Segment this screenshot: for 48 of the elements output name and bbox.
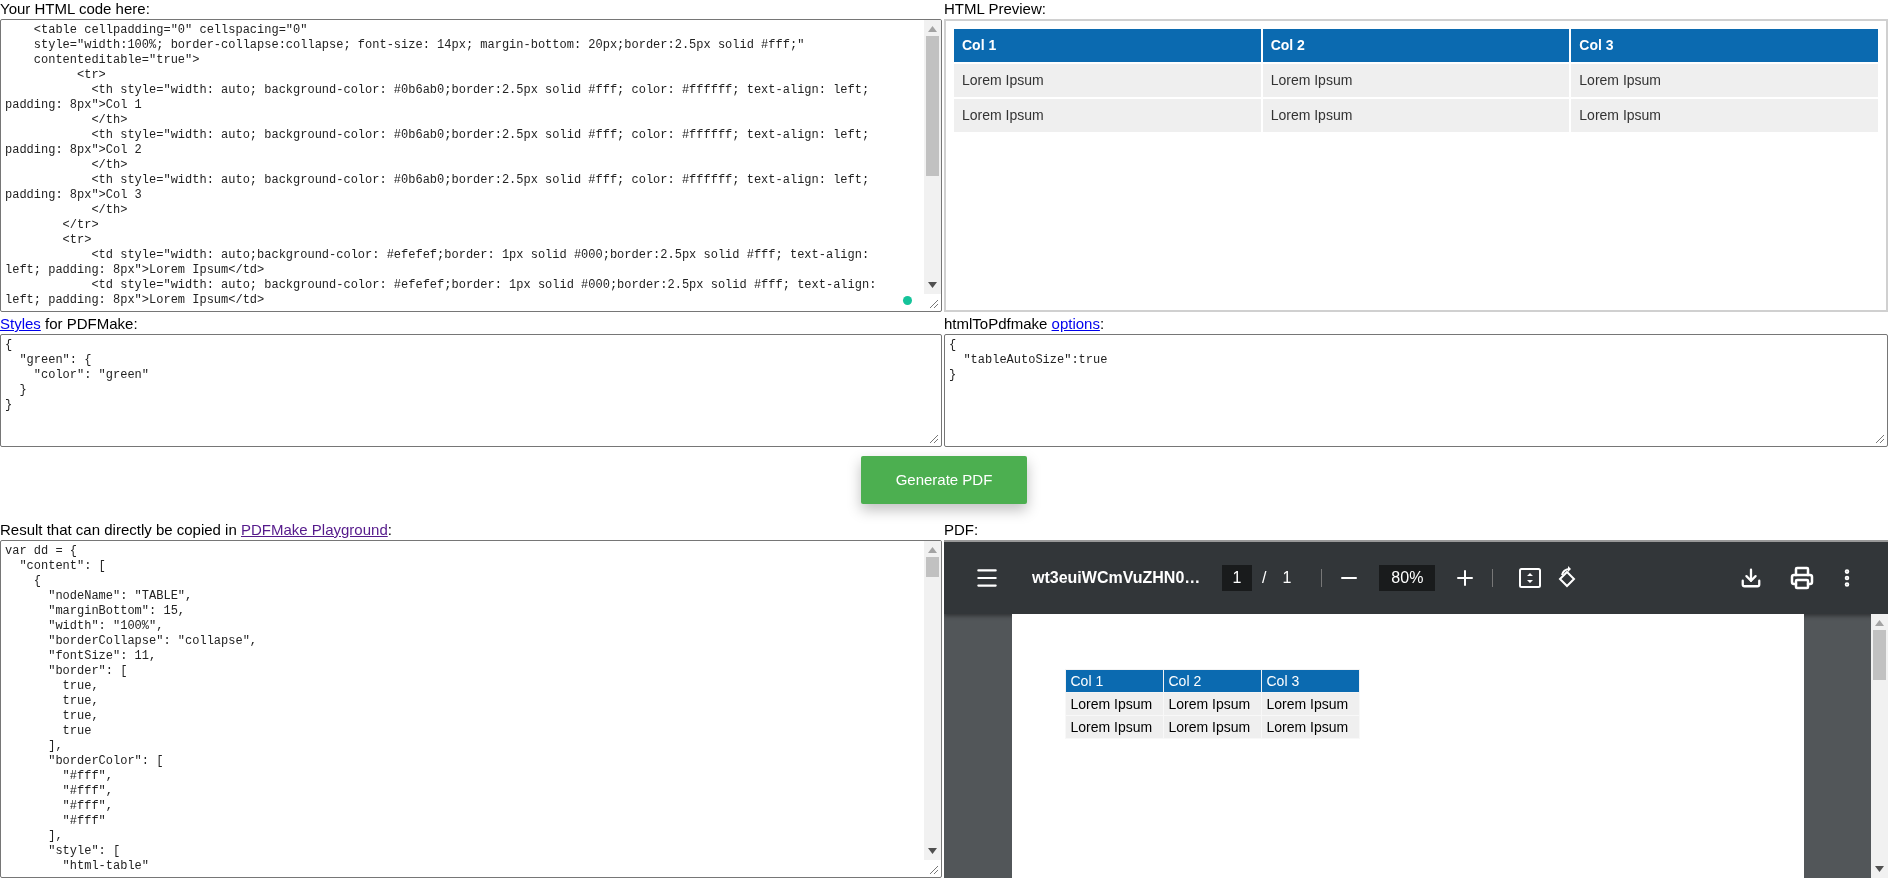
table-header-cell: Col 3 — [1261, 669, 1359, 693]
page-count: 1 — [1282, 568, 1292, 588]
section-label: Your HTML code here: — [0, 0, 151, 19]
code-field[interactable]: { "green": { "color": "green" } } — [0, 334, 942, 447]
table-header-cell: Col 2 — [1261, 28, 1571, 63]
table-cell: Lorem Ipsum — [1065, 692, 1163, 716]
code-field[interactable]: <table cellpadding="0" cellspacing="0" style="width:100%; border-collapse:collapse; font-size: 14px; margin-bottom: 20px;border:2.5px solid #fff;" contenteditable="true"> <tr> <th style="width: auto; background-color: #0b6ab0;border:2.5px solid #fff; color: #ffffff; text-align: left; padding: 8px">Col 1 </th> <th style="width: auto; background-color: #0b6ab0;border:2.5px solid #fff; color: #ffffff; text-align: left; padding: 8px">Col 2 </th> <th style="width: auto; background-color: #0b6ab0;border:2.5px solid #fff; color: #ffffff; text-align: left; padding: 8px">Col 3 </th> </tr> <tr> <td style="width: auto;background-color: #efefef;border: 1px solid #000;border:2.5px solid #fff; text-align: left; padding: 8px">Lorem Ipsum</td> <td style="width: auto; background-color: #efefef;border: 1px solid #000;border:2.5px solid #fff; text-align: left; padding: 8px">Lorem Ipsum</td> — [0, 19, 942, 312]
scrollbar[interactable] — [924, 541, 941, 860]
section-label: htmlToPdfmake options: — [944, 315, 1106, 334]
table-cell: Lorem Ipsum — [1570, 63, 1879, 98]
resize-handle-icon[interactable] — [929, 299, 938, 308]
zoom-field[interactable]: 80% — [1379, 565, 1436, 591]
scrollbar-thumb[interactable] — [926, 557, 939, 577]
section-label: HTML Preview: — [944, 0, 1047, 19]
download-icon[interactable] — [1740, 567, 1762, 589]
scroll-down-arrow-icon[interactable] — [928, 282, 937, 288]
table-cell: Lorem Ipsum — [953, 63, 1262, 98]
section-label: Styles for PDFMake: — [0, 315, 139, 334]
print-icon[interactable] — [1790, 566, 1814, 590]
table-cell: Lorem Ipsum — [1065, 715, 1163, 739]
page-number-field[interactable]: 1 — [1222, 565, 1252, 591]
resize-handle-icon[interactable] — [1875, 434, 1884, 443]
table-header-cell: Col 1 — [1065, 669, 1163, 693]
link[interactable]: options — [1051, 315, 1100, 332]
code-field[interactable]: { "tableAutoSize":true } — [944, 334, 1888, 447]
scroll-down-arrow-icon[interactable] — [1875, 866, 1884, 872]
table-cell: Lorem Ipsum — [953, 98, 1262, 133]
code-field[interactable]: var dd = { "content": [ { "nodeName": "TABLE", "marginBottom": 15, "width": "100%", "borderCollapse": "collapse", "fontSize": 11, "border": [ true, true, true, true ], "borderColor": [ "#fff", "#fff", "#fff", "#fff" ], "style": [ "html-table" — [0, 540, 942, 878]
link[interactable]: PDFMake Playground — [241, 521, 388, 538]
fit-page-icon[interactable] — [1519, 568, 1542, 588]
table-header-cell: Col 2 — [1163, 669, 1261, 693]
table-cell: Lorem Ipsum — [1261, 63, 1571, 98]
scrollbar[interactable] — [924, 20, 941, 294]
table-header-cell: Col 3 — [1570, 28, 1879, 63]
resize-handle-icon[interactable] — [929, 434, 938, 443]
scroll-down-arrow-icon[interactable] — [928, 848, 937, 854]
table-cell: Lorem Ipsum — [1261, 98, 1571, 133]
scrollbar-thumb[interactable] — [1873, 630, 1886, 680]
resize-handle-icon[interactable] — [929, 865, 938, 874]
section-label: PDF: — [944, 521, 980, 540]
scrollbar[interactable] — [1871, 614, 1888, 878]
page-separator: / — [1262, 568, 1267, 588]
section-label: Result that can directly be copied in PDFMake Playground: — [0, 521, 393, 540]
link[interactable]: Styles — [0, 315, 41, 332]
table-header-cell: Col 1 — [953, 28, 1262, 63]
table-cell: Lorem Ipsum — [1570, 98, 1879, 133]
scrollbar-thumb[interactable] — [926, 36, 939, 176]
file-name: wt3euiWCmVuZHN0… — [1032, 568, 1202, 588]
